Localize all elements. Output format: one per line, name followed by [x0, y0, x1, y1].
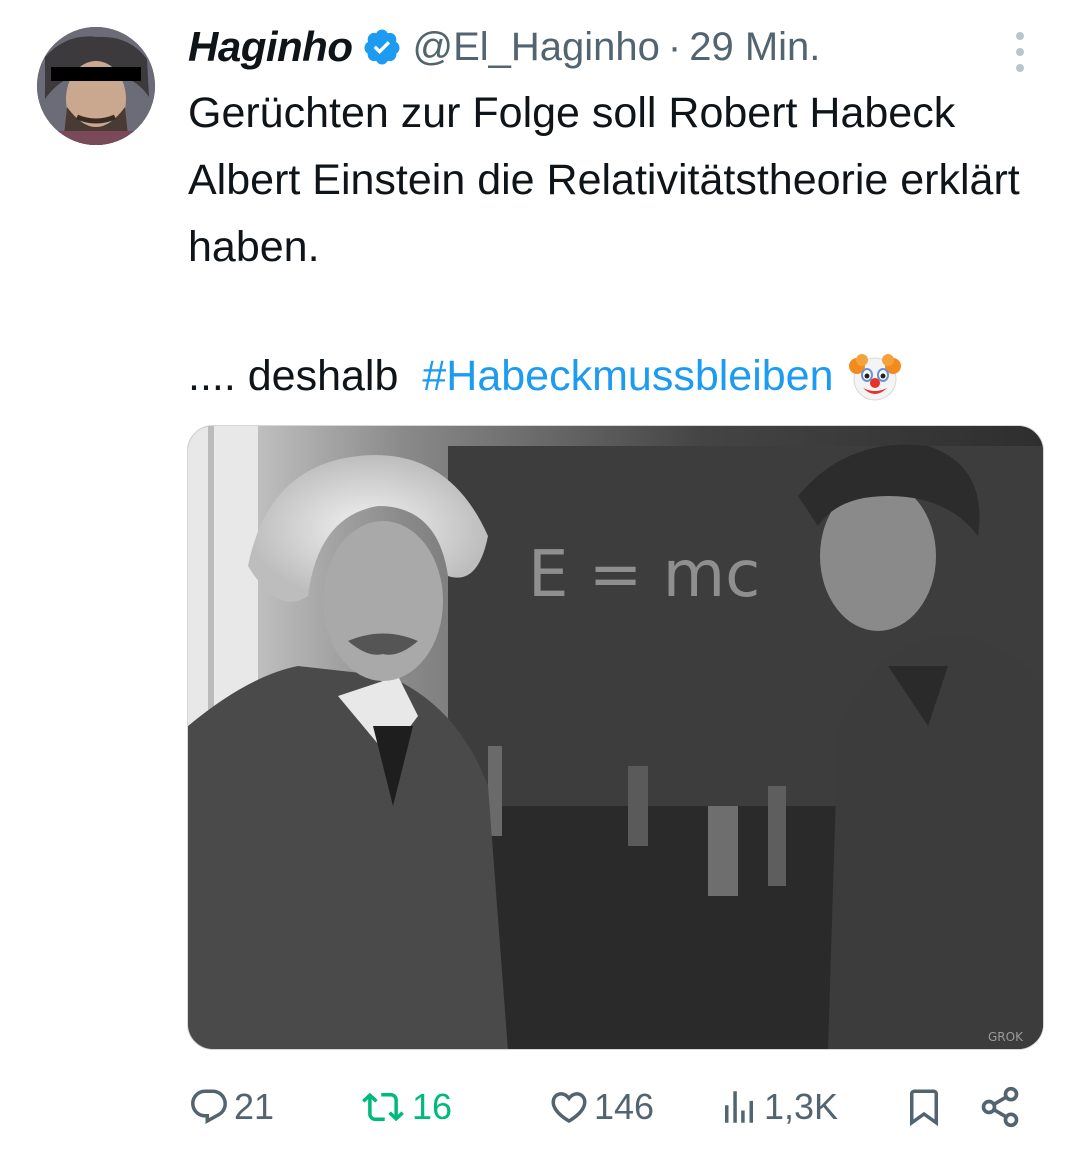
bookmark-icon	[910, 1089, 938, 1127]
media-watermark: GROK	[988, 1030, 1024, 1044]
avatar[interactable]	[37, 27, 155, 145]
share-button[interactable]	[978, 1080, 1022, 1134]
author-display-name[interactable]: Haginho	[188, 23, 353, 71]
reply-icon	[191, 1089, 227, 1124]
reply-button[interactable]: 21	[188, 1080, 274, 1134]
tweet-text-prefix: .... deshalb	[188, 352, 399, 400]
tweet-header: Haginho @El_Haginho · 29 Min.	[188, 22, 820, 72]
tweet-action-bar: 21 16 146 1,3K	[188, 1080, 1028, 1134]
view-count: 1,3K	[764, 1086, 839, 1127]
like-button[interactable]: 146	[548, 1080, 654, 1134]
separator-dot: ·	[667, 24, 682, 69]
tweet-timestamp[interactable]: 29 Min.	[689, 25, 820, 70]
bookmark-button[interactable]	[903, 1080, 945, 1134]
hashtag-link[interactable]: #Habeckmussbleiben	[422, 352, 833, 401]
views-button[interactable]: 1,3K	[718, 1080, 838, 1134]
retweet-icon	[362, 1092, 404, 1122]
tweet-text: Gerüchten zur Folge soll Robert Habeck A…	[188, 80, 1028, 281]
tweet-media-image[interactable]: E = mc GROK	[187, 425, 1044, 1050]
reply-count: 21	[234, 1086, 275, 1127]
heart-icon	[551, 1092, 587, 1124]
clown-face-emoji-icon	[848, 350, 902, 404]
tweet-text-body: Gerüchten zur Folge soll Robert Habeck A…	[188, 89, 1020, 271]
verified-badge-icon	[362, 27, 402, 67]
retweet-button[interactable]: 16	[358, 1080, 452, 1134]
more-options-icon[interactable]	[1005, 30, 1035, 74]
like-count: 146	[594, 1086, 655, 1127]
analytics-bar-icon	[725, 1091, 753, 1123]
share-icon	[981, 1086, 1019, 1128]
author-handle[interactable]: @El_Haginho	[412, 25, 659, 70]
chalkboard-formula: E = mc	[528, 538, 760, 612]
tweet-text-second-paragraph: .... deshalb #Habeckmussbleiben	[188, 343, 902, 410]
retweet-count: 16	[412, 1086, 453, 1127]
